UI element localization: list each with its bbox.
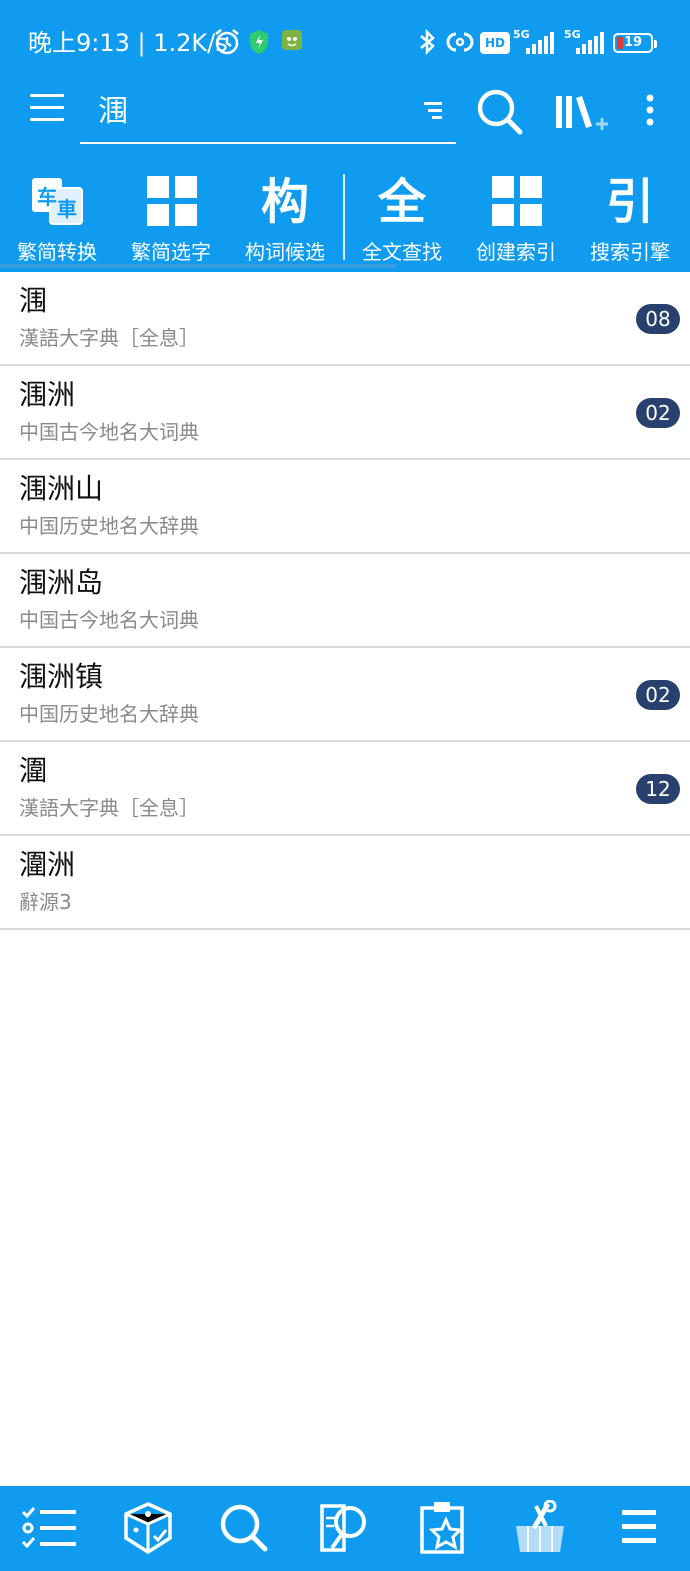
engine-icon: 引: [605, 174, 654, 230]
menu-icon[interactable]: [30, 94, 68, 126]
toolbox-icon[interactable]: [510, 1500, 570, 1556]
book-search-icon[interactable]: [314, 1500, 374, 1556]
entry-source: 中国历史地名大辞典: [19, 702, 199, 726]
hotspot-icon: [446, 28, 474, 56]
status-time: 晚上9:13 | 1.2K/s: [28, 29, 228, 57]
entry-word: 涠: [19, 284, 48, 317]
checklist-icon[interactable]: [20, 1500, 80, 1556]
tool-create-index[interactable]: 创建索引: [459, 166, 573, 270]
bluetooth-icon: [416, 28, 438, 56]
compose-icon: 构: [260, 174, 309, 230]
bottom-nav: [0, 1486, 690, 1571]
entry-source: 漢語大字典［全息］: [19, 796, 199, 820]
list-item[interactable]: 涠洲岛 中国古今地名大词典: [0, 554, 690, 648]
app-notification-icon: [281, 28, 303, 52]
tool-trad-simp-select[interactable]: 繁简选字: [114, 166, 228, 270]
fulltext-icon: 全: [377, 174, 426, 230]
tool-label: 繁简选字: [131, 240, 211, 264]
results-list: 涠 漢語大字典［全息］ 08 涠洲 中国古今地名大词典 02 涠洲山 中国历史地…: [0, 272, 690, 930]
status-bar: 晚上9:13 | 1.2K/s HD 5G 5G 19: [0, 0, 690, 86]
menu-icon[interactable]: [612, 1500, 672, 1556]
list-item[interactable]: 涠洲山 中国历史地名大辞典: [0, 460, 690, 554]
list-item[interactable]: 潿洲 辭源3: [0, 836, 690, 930]
tool-label: 繁简转换: [17, 240, 97, 264]
clipboard-star-icon[interactable]: [412, 1500, 472, 1556]
dice-icon[interactable]: [118, 1500, 178, 1556]
battery-level: 19: [624, 35, 643, 50]
entry-word: 潿: [19, 754, 48, 787]
count-badge: 12: [636, 774, 680, 804]
tool-fulltext-search[interactable]: 全 全文查找: [345, 166, 459, 270]
tool-strip: 车 車 繁简转换 繁简选字 构 构词候选 全 全文查找 创建索引 引 搜索引擎: [0, 166, 690, 270]
search-input-value: 涠: [98, 94, 128, 129]
tool-label: 搜索引擎: [590, 240, 670, 264]
search-input[interactable]: 涠: [80, 82, 456, 144]
svg-text:车: 车: [37, 185, 57, 209]
entry-word: 涠洲镇: [19, 660, 104, 693]
tool-word-candidates[interactable]: 构 构词候选: [228, 166, 342, 270]
tool-label: 全文查找: [362, 240, 442, 264]
svg-text:車: 車: [57, 197, 77, 221]
tool-label: 构词候选: [245, 240, 325, 264]
signal-icon-2: [574, 32, 604, 54]
search-icon[interactable]: [216, 1500, 276, 1556]
count-badge: 02: [636, 398, 680, 428]
grid-icon: [147, 176, 197, 226]
entry-word: 涠洲岛: [19, 566, 104, 599]
list-item[interactable]: 涠洲镇 中国历史地名大辞典 02: [0, 648, 690, 742]
count-badge: 02: [636, 680, 680, 710]
tool-scroll-indicator: [0, 264, 396, 268]
tool-label: 创建索引: [476, 240, 556, 264]
list-item[interactable]: 涠 漢語大字典［全息］ 08: [0, 272, 690, 366]
trad-simp-convert-icon: 车 車: [30, 174, 84, 228]
list-item[interactable]: 涠洲 中国古今地名大词典 02: [0, 366, 690, 460]
count-badge: 08: [636, 304, 680, 334]
alarm-icon: [213, 28, 241, 56]
search-icon[interactable]: [474, 86, 526, 138]
entry-source: 中国历史地名大辞典: [19, 514, 199, 538]
entry-source: 中国古今地名大词典: [19, 608, 199, 632]
tool-trad-simp-convert[interactable]: 车 車 繁简转换: [0, 166, 114, 270]
entry-source: 中国古今地名大词典: [19, 420, 199, 444]
entry-word: 涠洲山: [19, 472, 104, 505]
hd-voice-badge: HD: [480, 32, 510, 54]
grid-icon: [492, 176, 542, 226]
entry-word: 涠洲: [19, 378, 76, 411]
signal-icon: [524, 32, 554, 54]
filter-icon[interactable]: [424, 102, 442, 123]
library-add-icon[interactable]: [552, 86, 614, 138]
entry-word: 潿洲: [19, 848, 76, 881]
list-item[interactable]: 潿 漢語大字典［全息］ 12: [0, 742, 690, 836]
more-vert-icon[interactable]: [636, 86, 664, 138]
shield-icon: [248, 28, 270, 56]
top-app-bar: 晚上9:13 | 1.2K/s HD 5G 5G 19 涠 车 車 繁简转换 繁…: [0, 0, 690, 272]
entry-source: 辭源3: [19, 890, 72, 914]
tool-search-engine[interactable]: 引 搜索引擎: [573, 166, 687, 270]
entry-source: 漢語大字典［全息］: [19, 326, 199, 350]
battery-icon: 19: [613, 33, 657, 53]
